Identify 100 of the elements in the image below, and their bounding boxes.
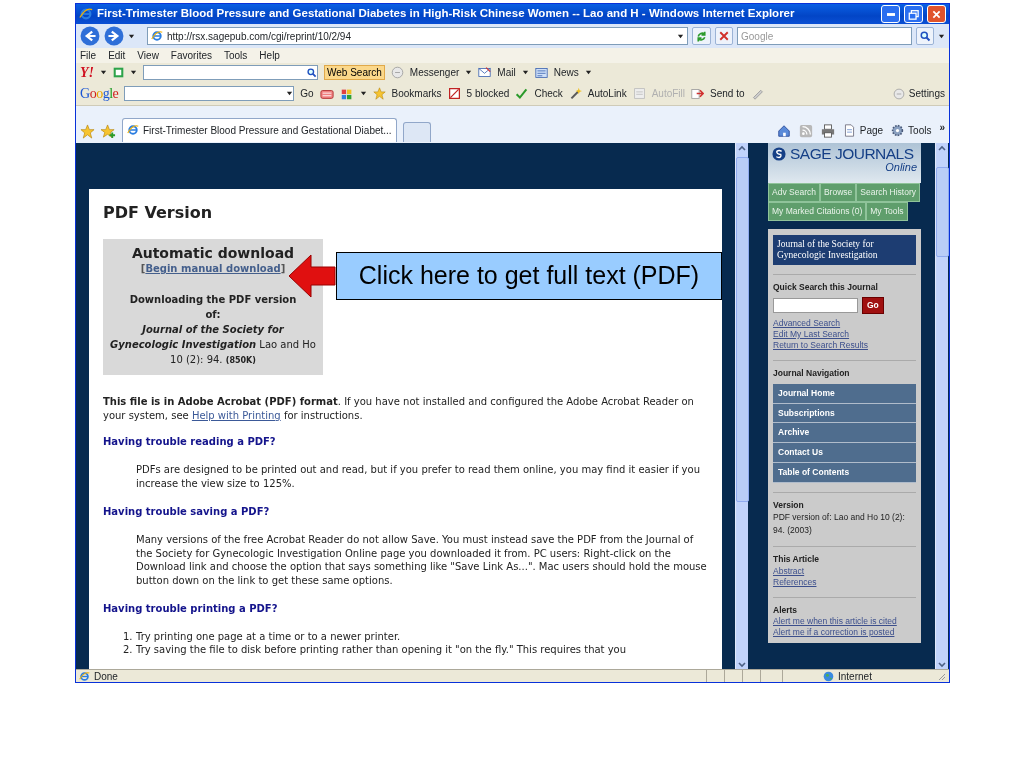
toolbar-button[interactable]: Mail <box>497 65 516 80</box>
menu-item[interactable]: Edit <box>108 48 126 63</box>
dropdown-caret-icon[interactable] <box>938 32 945 40</box>
blocked-icon[interactable] <box>447 87 461 100</box>
new-tab-button[interactable] <box>402 121 431 142</box>
print-icon[interactable] <box>820 123 835 138</box>
dropdown-caret-icon <box>286 90 294 97</box>
vertical-scrollbar[interactable] <box>935 143 948 669</box>
bracket-text: ] <box>280 262 286 277</box>
list-number: 1. <box>123 630 134 644</box>
sidebar-link[interactable]: Alert me if a correction is posted <box>773 627 916 639</box>
logo-subtitle: Online <box>884 162 917 173</box>
callout-label: Click here to get full text (PDF) <box>336 252 722 300</box>
back-button-icon[interactable] <box>80 26 100 46</box>
home-icon[interactable] <box>776 123 791 138</box>
star-icon[interactable] <box>372 87 386 100</box>
section-heading: This Article <box>773 552 820 566</box>
version-text: PDF version of: Lao and Ho 10 (2): 94. (2003) <box>773 511 906 537</box>
page-icon <box>842 124 856 137</box>
toolbar-button[interactable]: 5 blocked <box>466 86 510 101</box>
add-favorite-icon[interactable] <box>101 124 116 139</box>
list-number: 2. <box>123 643 134 657</box>
nav-item[interactable]: Journal Home <box>773 383 916 404</box>
resize-grip-icon[interactable] <box>936 671 946 681</box>
menu-item[interactable]: View <box>137 48 159 63</box>
intro-paragraph: This file is in Adobe Acrobat (PDF) format. If you have not installed and configured the Adobe Acrobat Reader on your system, see Help with Printing for instructions. <box>103 395 695 423</box>
dropdown-caret-icon[interactable] <box>465 69 473 76</box>
toolbar-button[interactable]: Check <box>534 86 563 101</box>
restore-button[interactable] <box>904 5 923 23</box>
toolbar-button[interactable]: Page <box>859 123 884 138</box>
dropdown-caret-icon[interactable] <box>677 32 684 40</box>
section-heading: Version <box>773 498 805 512</box>
more-button[interactable]: » <box>939 120 945 135</box>
nav-item[interactable]: Contact Us <box>773 443 916 463</box>
search-field[interactable] <box>124 86 295 101</box>
list-item-text: Try printing one page at a time or to a newer printer. <box>136 630 401 644</box>
toolbar-button[interactable]: Messenger <box>409 65 460 80</box>
settings-button[interactable]: Settings <box>908 86 945 101</box>
toolbar-button[interactable]: News <box>553 65 579 80</box>
manual-download-link[interactable]: Begin manual download <box>145 261 281 277</box>
logo-text: SAGE JOURNALS <box>790 146 914 162</box>
address-field[interactable]: http://rsx.sagepub.com/cgi/reprint/10/2/94 <box>147 27 688 45</box>
toolbar-button-icon[interactable] <box>113 67 124 78</box>
search-button[interactable]: Web Search <box>324 65 385 80</box>
refresh-button[interactable] <box>692 27 711 45</box>
section-text: Many versions of the free Acrobat Reader do not allow Save. You must instead save the PDF from the Journal of the Society for Gynecologic Investigation Online page you downloaded it from. PC users: Right-click on the Download link and choose the option that says something like "Save Link As...". Mac users should hold the mouse button down on the link to get these same options. <box>136 533 708 588</box>
browser-tab[interactable]: First-Trimester Blood Pressure and Gestational Diabet... <box>122 117 397 142</box>
sidebar-link[interactable]: Alert me when this article is cited <box>773 616 916 628</box>
pencil-icon[interactable] <box>750 87 764 100</box>
dropdown-caret-icon[interactable] <box>359 90 367 97</box>
nav-item[interactable]: Table of Contents <box>773 462 916 483</box>
menu-item[interactable]: File <box>80 48 97 63</box>
logo-text: Google <box>80 85 119 103</box>
toolbar-button[interactable]: Send to <box>710 86 745 101</box>
sidebar-link[interactable]: Abstract <box>773 565 916 577</box>
logo-icon <box>772 147 786 161</box>
window-title: First-Trimester Blood Pressure and Gestational Diabetes in High-Risk Chinese Women -- Lao and H - Windows Internet Explorer <box>97 6 796 22</box>
nav-item[interactable]: Subscriptions <box>773 403 916 424</box>
scrollbar-thumb[interactable] <box>936 167 949 257</box>
dropdown-caret-icon[interactable] <box>128 32 135 40</box>
wand-icon[interactable] <box>568 87 582 100</box>
search-button[interactable] <box>916 27 934 45</box>
stop-button[interactable] <box>715 27 733 45</box>
page-heading: PDF Version <box>103 203 214 223</box>
envelope-icon[interactable] <box>478 66 492 79</box>
search-field[interactable] <box>773 298 858 314</box>
checkmark-icon[interactable] <box>515 87 529 100</box>
go-button[interactable]: Go <box>862 297 884 314</box>
sidebar-link[interactable]: Edit My Last Search <box>773 329 916 340</box>
nav-item[interactable]: Archive <box>773 423 916 443</box>
zone-text: Internet <box>838 669 872 684</box>
sidebar-link[interactable]: Advanced Search <box>773 318 916 329</box>
stop-icon <box>718 30 730 42</box>
sidebar-link[interactable]: Return to Search Results <box>773 340 916 351</box>
menu-item[interactable]: Favorites <box>170 48 212 63</box>
scrollbar-thumb[interactable] <box>736 157 749 502</box>
toolbar-button[interactable]: Tools <box>908 123 932 138</box>
vertical-scrollbar[interactable] <box>735 143 748 669</box>
toolbar-button[interactable]: AutoLink <box>587 86 627 101</box>
toolbar-button[interactable]: Bookmarks <box>391 86 442 101</box>
menu-item[interactable]: Help <box>259 48 280 63</box>
go-button[interactable]: Go <box>300 86 314 101</box>
help-link[interactable]: Help with Printing <box>191 409 281 421</box>
favorites-icon[interactable] <box>80 124 95 139</box>
arrow-icon[interactable] <box>691 87 705 100</box>
dropdown-caret-icon[interactable] <box>521 69 529 76</box>
dropdown-caret-icon[interactable] <box>130 69 137 76</box>
forward-button-icon[interactable] <box>104 26 124 46</box>
close-button[interactable] <box>927 5 946 23</box>
menu-item[interactable]: Tools <box>224 48 248 63</box>
sidebar-link[interactable]: References <box>773 576 916 588</box>
search-field[interactable] <box>143 65 318 80</box>
dropdown-caret-icon[interactable] <box>584 69 592 76</box>
newspaper-icon[interactable] <box>534 66 548 79</box>
close-icon <box>931 8 942 20</box>
minimize-button[interactable] <box>881 5 900 23</box>
citation-text: Journal of the Society for Gynecologic Investigation Lao and Ho 10 (2): 94. (850K) <box>109 323 317 368</box>
dropdown-caret-icon[interactable] <box>100 69 107 76</box>
search-field[interactable]: Google <box>737 27 912 45</box>
page-icon <box>151 30 163 42</box>
